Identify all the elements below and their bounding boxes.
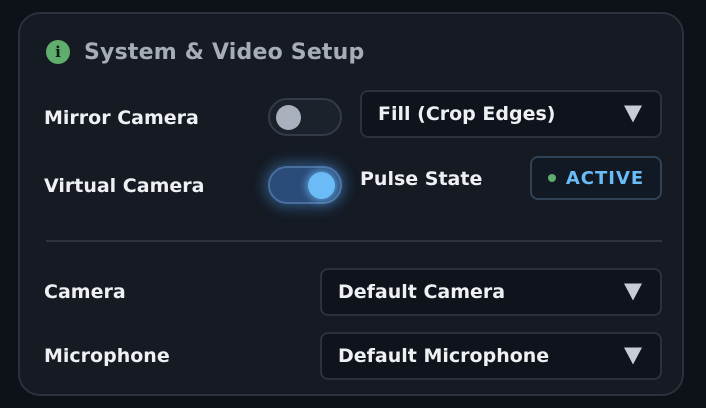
panel-title: System & Video Setup xyxy=(84,39,365,65)
chevron-down-icon xyxy=(624,347,642,365)
toggle-knob xyxy=(308,172,335,199)
mirror-camera-toggle[interactable] xyxy=(268,98,342,136)
pulse-state-label: Pulse State xyxy=(360,168,483,190)
toggle-knob xyxy=(276,105,301,130)
system-video-setup-panel: i System & Video Setup Mirror Camera Fil… xyxy=(18,12,684,396)
pulse-status-text: ACTIVE xyxy=(565,167,645,189)
panel-header: i System & Video Setup xyxy=(46,38,364,66)
virtual-camera-label: Virtual Camera xyxy=(44,175,205,197)
section-divider xyxy=(46,240,662,242)
status-dot-icon xyxy=(547,174,556,182)
chevron-down-icon xyxy=(624,105,642,123)
chevron-down-icon xyxy=(624,283,642,301)
mirror-camera-label: Mirror Camera xyxy=(44,107,199,129)
microphone-label: Microphone xyxy=(44,345,170,367)
info-icon: i xyxy=(46,40,70,64)
fit-mode-value: Fill (Crop Edges) xyxy=(378,103,556,125)
camera-select-value: Default Camera xyxy=(338,281,506,303)
microphone-select-value: Default Microphone xyxy=(338,345,550,367)
camera-label: Camera xyxy=(44,281,126,303)
virtual-camera-toggle[interactable] xyxy=(268,166,342,204)
microphone-select[interactable]: Default Microphone xyxy=(320,332,662,380)
camera-select[interactable]: Default Camera xyxy=(320,268,662,316)
pulse-status-badge: ACTIVE xyxy=(530,156,662,200)
fit-mode-select[interactable]: Fill (Crop Edges) xyxy=(360,90,662,138)
